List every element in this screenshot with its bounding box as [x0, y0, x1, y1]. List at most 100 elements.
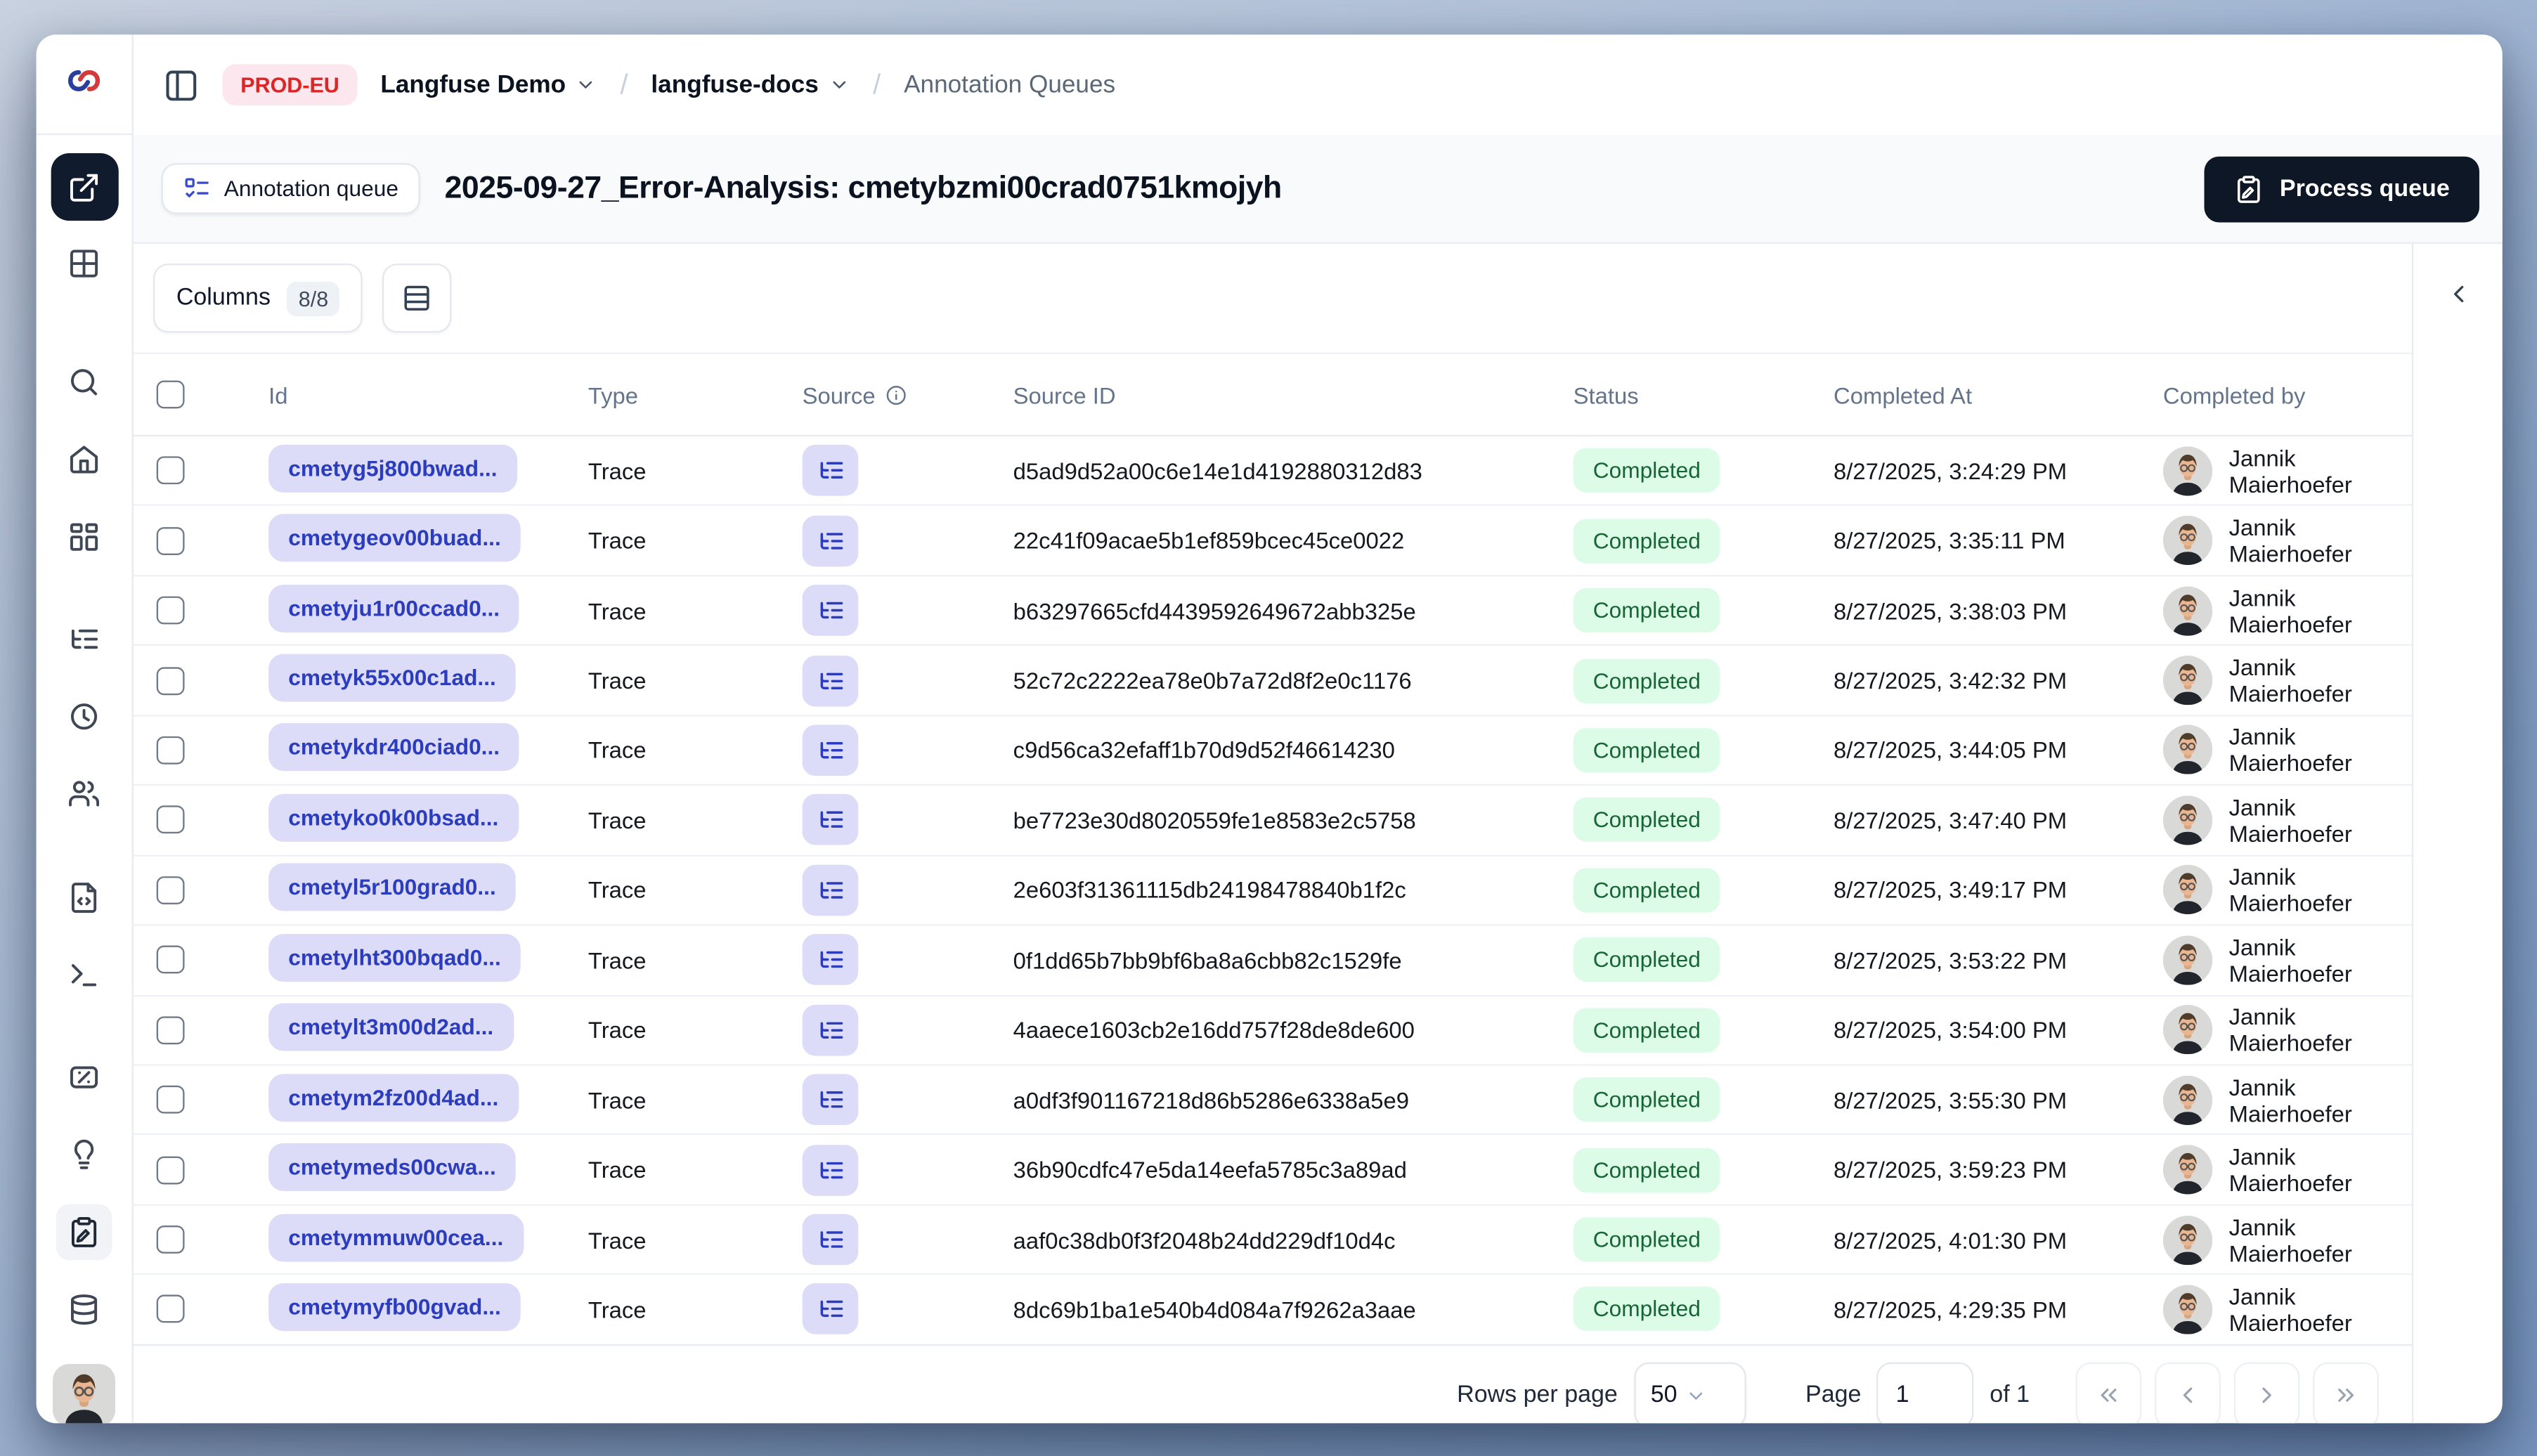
user-avatar[interactable] [53, 1363, 116, 1424]
sidebar-item-datasets[interactable] [56, 1282, 112, 1338]
table-row[interactable]: cmetyko0k00bsad... Trace be7723e30d80205… [133, 786, 2412, 857]
row-checkbox[interactable] [156, 1086, 185, 1114]
table-row[interactable]: cmetyju1r00ccad0... Trace b63297665cfd44… [133, 576, 2412, 646]
source-trace-button[interactable] [802, 1144, 859, 1195]
column-header-source[interactable]: Source [770, 382, 980, 408]
row-id-pill[interactable]: cmetylht300bqad0... [268, 933, 521, 982]
source-trace-button[interactable] [802, 585, 859, 637]
column-header-completed-by[interactable]: Completed by [2130, 382, 2412, 408]
source-trace-button[interactable] [802, 724, 859, 776]
breadcrumb-project[interactable]: langfuse-docs [651, 71, 850, 99]
columns-button[interactable]: Columns 8/8 [153, 264, 363, 333]
column-header-source-id[interactable]: Source ID [980, 382, 1540, 408]
source-trace-button[interactable] [802, 794, 859, 846]
first-page-button[interactable] [2075, 1363, 2142, 1424]
row-checkbox[interactable] [156, 596, 185, 625]
table-row[interactable]: cmetymmuw00cea... Trace aaf0c38db0f3f204… [133, 1205, 2412, 1275]
column-header-status[interactable]: Status [1540, 382, 1800, 408]
select-all-checkbox[interactable] [156, 380, 185, 409]
list-tree-icon [819, 1301, 843, 1318]
source-trace-button[interactable] [802, 654, 859, 706]
source-trace-button[interactable] [802, 514, 859, 566]
sidebar-item-tracing[interactable] [56, 611, 112, 668]
status-badge: Completed [1573, 1077, 1720, 1122]
row-id-pill[interactable]: cmetyko0k00bsad... [268, 793, 519, 842]
row-id-pill[interactable]: cmetyg5j800bwad... [268, 444, 517, 493]
source-trace-button[interactable] [802, 1004, 859, 1055]
table-toolbar: Columns 8/8 [134, 244, 2412, 353]
environment-badge: PROD-EU [222, 64, 358, 106]
table-row[interactable]: cmetyg5j800bwad... Trace d5ad9d52a00c6e1… [133, 436, 2412, 507]
column-header-id[interactable]: Id [233, 382, 555, 408]
source-trace-button[interactable] [802, 1284, 859, 1335]
table-row[interactable]: cmetymyfb00gvad... Trace 8dc69b1ba1e540b… [134, 1275, 2412, 1344]
next-page-button[interactable] [2233, 1363, 2300, 1424]
rows-per-page-select[interactable]: 50 [1634, 1363, 1746, 1424]
row-id-pill[interactable]: cmetymmuw00cea... [268, 1213, 524, 1261]
row-id-pill[interactable]: cmetym2fz00d4ad... [268, 1073, 519, 1122]
sidebar-item-playground[interactable] [56, 947, 112, 1003]
row-type: Trace [588, 1296, 647, 1323]
table-row[interactable]: cmetygeov00buad... Trace 22c41f09acae5b1… [133, 507, 2412, 577]
sidebar-item-insights[interactable] [56, 1126, 112, 1183]
sidebar-item-home[interactable] [56, 431, 112, 488]
source-trace-button[interactable] [802, 1074, 859, 1126]
row-id-pill[interactable]: cmetymeds00cwa... [268, 1143, 516, 1192]
panel-left-toggle-icon[interactable] [163, 67, 200, 103]
process-queue-button[interactable]: Process queue [2204, 155, 2479, 222]
row-checkbox[interactable] [156, 876, 185, 904]
sidebar-item-evaluation[interactable] [56, 1049, 112, 1105]
row-checkbox[interactable] [156, 666, 185, 695]
sidebar-item-sessions[interactable] [56, 689, 112, 745]
list-todo-icon [185, 178, 209, 197]
row-checkbox[interactable] [156, 1295, 185, 1324]
previous-page-button[interactable] [2155, 1363, 2221, 1424]
table-row[interactable]: cmetyk55x00c1ad... Trace 52c72c2222ea78e… [133, 646, 2412, 717]
row-checkbox[interactable] [156, 806, 185, 835]
breadcrumb-org[interactable]: Langfuse Demo [380, 71, 597, 99]
row-checkbox[interactable] [156, 526, 185, 555]
list-tree-icon [819, 1231, 843, 1248]
table-row[interactable]: cmetylht300bqad0... Trace 0f1dd65b7bb9bf… [133, 926, 2412, 996]
breadcrumb-page[interactable]: Annotation Queues [904, 71, 1115, 99]
table-row[interactable]: cmetykdr400ciad0... Trace c9d56ca32efaff… [133, 716, 2412, 786]
last-page-button[interactable] [2313, 1363, 2379, 1424]
database-icon [70, 1294, 98, 1325]
row-id-pill[interactable]: cmetylt3m00d2ad... [268, 1003, 514, 1052]
source-trace-button[interactable] [802, 1214, 859, 1266]
sidebar-item-open-external[interactable] [50, 153, 118, 221]
table-row[interactable]: cmetymeds00cwa... Trace 36b90cdfc47e5da1… [133, 1136, 2412, 1206]
column-header-completed-at[interactable]: Completed At [1800, 382, 2130, 408]
row-checkbox[interactable] [156, 456, 185, 485]
sidebar-item-search[interactable] [56, 354, 112, 410]
table-row[interactable]: cmetylt3m00d2ad... Trace 4aaece1603cb2e1… [133, 996, 2412, 1066]
row-checkbox[interactable] [156, 736, 185, 765]
row-checkbox[interactable] [156, 1155, 185, 1184]
row-height-button[interactable] [382, 264, 452, 333]
row-id-pill[interactable]: cmetyl5r100grad0... [268, 864, 516, 912]
source-trace-button[interactable] [802, 934, 859, 986]
list-tree-icon [819, 881, 843, 899]
column-header-type[interactable]: Type [555, 382, 770, 408]
completed-by-avatar [2162, 446, 2213, 495]
row-checkbox[interactable] [156, 1015, 185, 1044]
row-id-pill[interactable]: cmetykdr400ciad0... [268, 724, 520, 772]
table-row[interactable]: cmetym2fz00d4ad... Trace a0df3f901167218… [133, 1066, 2412, 1136]
sidebar-item-users[interactable] [56, 766, 112, 822]
row-id-pill[interactable]: cmetygeov00buad... [268, 514, 521, 562]
page-number-input[interactable]: 1 [1876, 1363, 1973, 1424]
table-row[interactable]: cmetyl5r100grad0... Trace 2e603f31361115… [133, 856, 2412, 926]
sidebar-item-annotation-queues[interactable] [56, 1204, 112, 1261]
source-trace-button[interactable] [802, 864, 859, 916]
row-checkbox[interactable] [156, 946, 185, 975]
panel-collapse-chevron-icon[interactable] [2444, 280, 2472, 308]
source-trace-button[interactable] [802, 445, 859, 497]
row-id-pill[interactable]: cmetyju1r00ccad0... [268, 584, 520, 632]
row-checkbox[interactable] [156, 1226, 185, 1254]
row-id-pill[interactable]: cmetymyfb00gvad... [268, 1283, 521, 1332]
sidebar-item-prompts[interactable] [56, 870, 112, 926]
sidebar-item-dashboards[interactable] [56, 509, 112, 565]
breadcrumb-separator: / [873, 68, 881, 100]
sidebar-item-table-view[interactable] [56, 235, 112, 292]
row-id-pill[interactable]: cmetyk55x00c1ad... [268, 654, 516, 702]
